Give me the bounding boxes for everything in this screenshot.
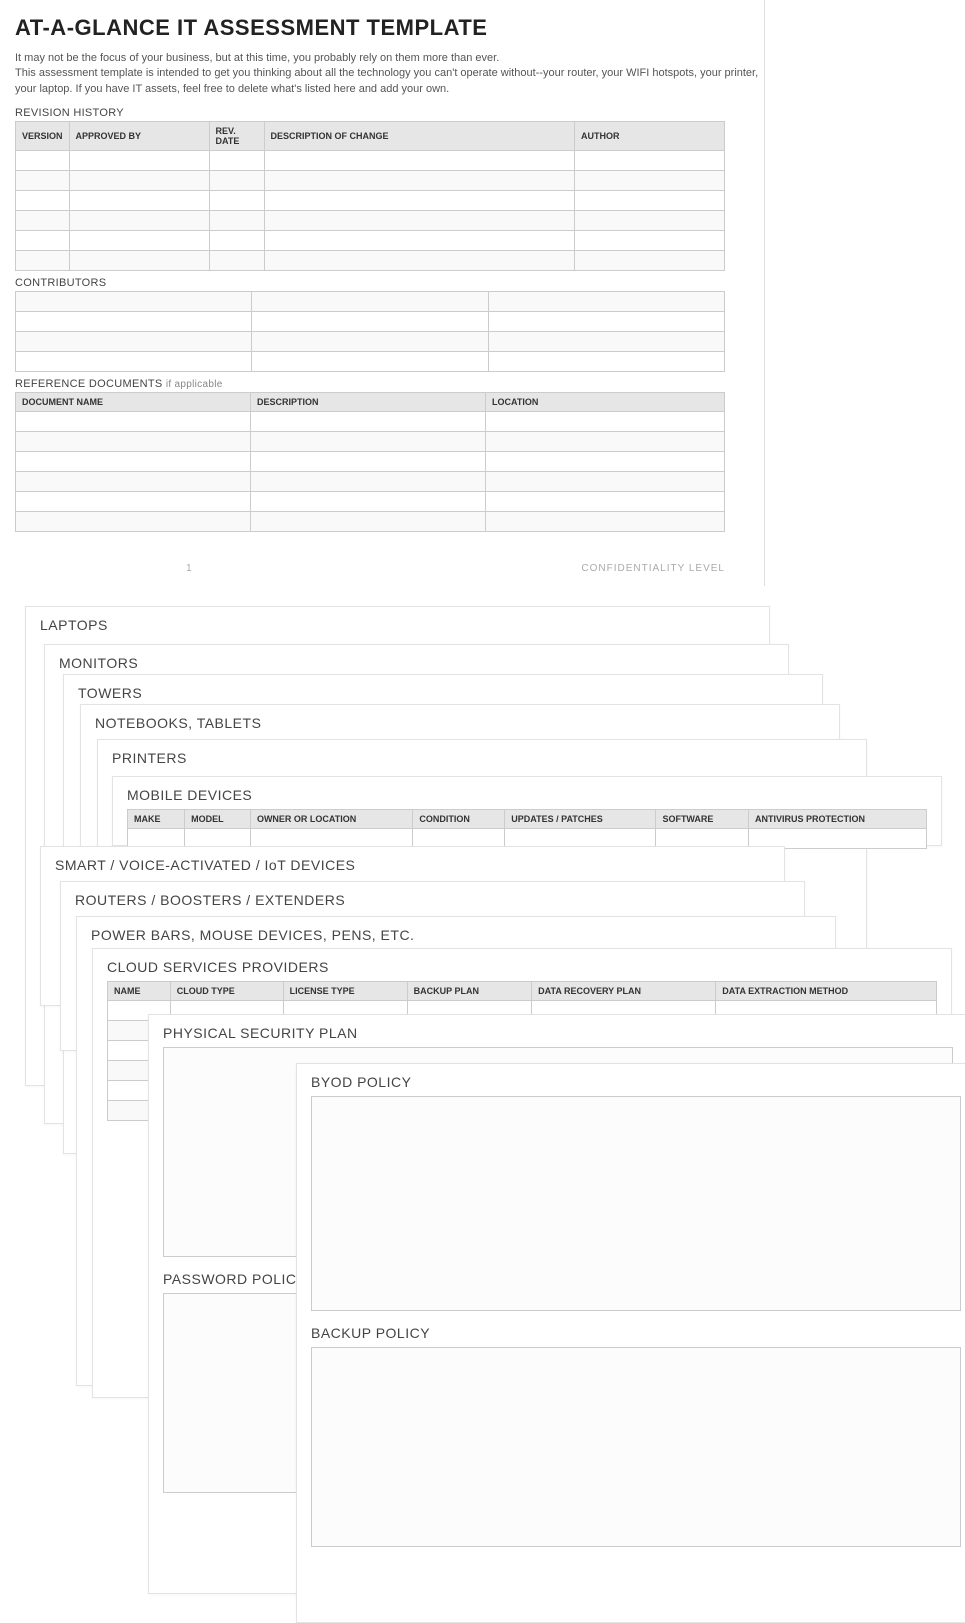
table-row	[16, 251, 725, 271]
page-footer: 1 CONFIDENTIALITY LEVEL	[15, 563, 725, 574]
mob-hdr-upd: UPDATES / PATCHES	[505, 810, 656, 829]
table-row	[16, 312, 725, 332]
card-smart-title: SMART / VOICE-ACTIVATED / IoT DEVICES	[55, 857, 770, 873]
card-byod: BYOD POLICY BACKUP POLICY	[296, 1063, 965, 1623]
contributors-label: CONTRIBUTORS	[15, 277, 764, 289]
contributors-table	[15, 291, 725, 372]
page-1: AT-A-GLANCE IT ASSESSMENT TEMPLATE It ma…	[15, 0, 765, 586]
card-routers-title: ROUTERS / BOOSTERS / EXTENDERS	[75, 892, 790, 908]
ref-hdr-desc: DESCRIPTION	[251, 393, 486, 412]
byod-box	[311, 1096, 961, 1311]
rev-hdr-approved: APPROVED BY	[69, 122, 209, 151]
cloud-hdr-recov: DATA RECOVERY PLAN	[532, 982, 716, 1001]
confidentiality-label: CONFIDENTIALITY LEVEL	[581, 563, 725, 574]
cloud-hdr-type: CLOUD TYPE	[170, 982, 283, 1001]
card-power-title: POWER BARS, MOUSE DEVICES, PENS, ETC.	[91, 927, 821, 943]
ref-hdr-name: DOCUMENT NAME	[16, 393, 251, 412]
rev-hdr-date: REV. DATE	[209, 122, 264, 151]
table-row	[16, 292, 725, 312]
card-laptops-title: LAPTOPS	[40, 617, 755, 633]
card-backup-title: BACKUP POLICY	[311, 1325, 961, 1341]
table-row	[16, 492, 725, 512]
mob-hdr-owner: OWNER OR LOCATION	[250, 810, 412, 829]
card-stack: LAPTOPS MONITORS TOWERS NOTEBOOKS, TABLE…	[0, 596, 965, 1566]
card-towers-title: TOWERS	[78, 685, 808, 701]
table-row	[16, 452, 725, 472]
rev-hdr-desc: DESCRIPTION OF CHANGE	[264, 122, 574, 151]
card-mobile-title: MOBILE DEVICES	[127, 787, 927, 803]
reference-docs-label: REFERENCE DOCUMENTS if applicable	[15, 378, 764, 390]
mob-hdr-make: MAKE	[128, 810, 185, 829]
table-row	[16, 151, 725, 171]
mob-hdr-soft: SOFTWARE	[656, 810, 749, 829]
table-row	[16, 352, 725, 372]
backup-box	[311, 1347, 961, 1547]
card-monitors-title: MONITORS	[59, 655, 774, 671]
reference-docs-table: DOCUMENT NAME DESCRIPTION LOCATION	[15, 392, 725, 532]
reference-docs-text: REFERENCE DOCUMENTS	[15, 378, 163, 390]
ref-hdr-loc: LOCATION	[486, 393, 725, 412]
table-row	[16, 171, 725, 191]
revision-history-label: REVISION HISTORY	[15, 107, 764, 119]
card-cloud-title: CLOUD SERVICES PROVIDERS	[107, 959, 937, 975]
cloud-hdr-name: NAME	[108, 982, 171, 1001]
table-row	[16, 332, 725, 352]
table-row	[16, 191, 725, 211]
table-row	[16, 211, 725, 231]
mob-hdr-model: MODEL	[185, 810, 251, 829]
mobile-table: MAKE MODEL OWNER OR LOCATION CONDITION U…	[127, 809, 927, 849]
table-row	[16, 231, 725, 251]
card-mobile: MOBILE DEVICES MAKE MODEL OWNER OR LOCAT…	[112, 776, 942, 846]
page-number: 1	[15, 563, 363, 574]
intro-line-1: It may not be the focus of your business…	[15, 51, 764, 66]
table-row	[16, 512, 725, 532]
table-row	[16, 412, 725, 432]
table-row	[16, 472, 725, 492]
rev-hdr-version: VERSION	[16, 122, 70, 151]
card-notebooks-title: NOTEBOOKS, TABLETS	[95, 715, 825, 731]
table-row	[16, 432, 725, 452]
cloud-hdr-lic: LICENSE TYPE	[283, 982, 407, 1001]
reference-docs-sub: if applicable	[166, 379, 223, 390]
intro-text: It may not be the focus of your business…	[15, 51, 764, 97]
intro-line-2: This assessment template is intended to …	[15, 66, 764, 97]
mob-hdr-av: ANTIVIRUS PROTECTION	[749, 810, 927, 829]
rev-hdr-author: AUTHOR	[575, 122, 725, 151]
mob-hdr-cond: CONDITION	[413, 810, 505, 829]
card-physical-title: PHYSICAL SECURITY PLAN	[163, 1025, 953, 1041]
card-printers-title: PRINTERS	[112, 750, 852, 766]
cloud-hdr-backup: BACKUP PLAN	[407, 982, 532, 1001]
card-byod-title: BYOD POLICY	[311, 1074, 961, 1090]
cloud-hdr-extract: DATA EXTRACTION METHOD	[716, 982, 937, 1001]
page-title: AT-A-GLANCE IT ASSESSMENT TEMPLATE	[15, 15, 764, 41]
revision-history-table: VERSION APPROVED BY REV. DATE DESCRIPTIO…	[15, 121, 725, 271]
